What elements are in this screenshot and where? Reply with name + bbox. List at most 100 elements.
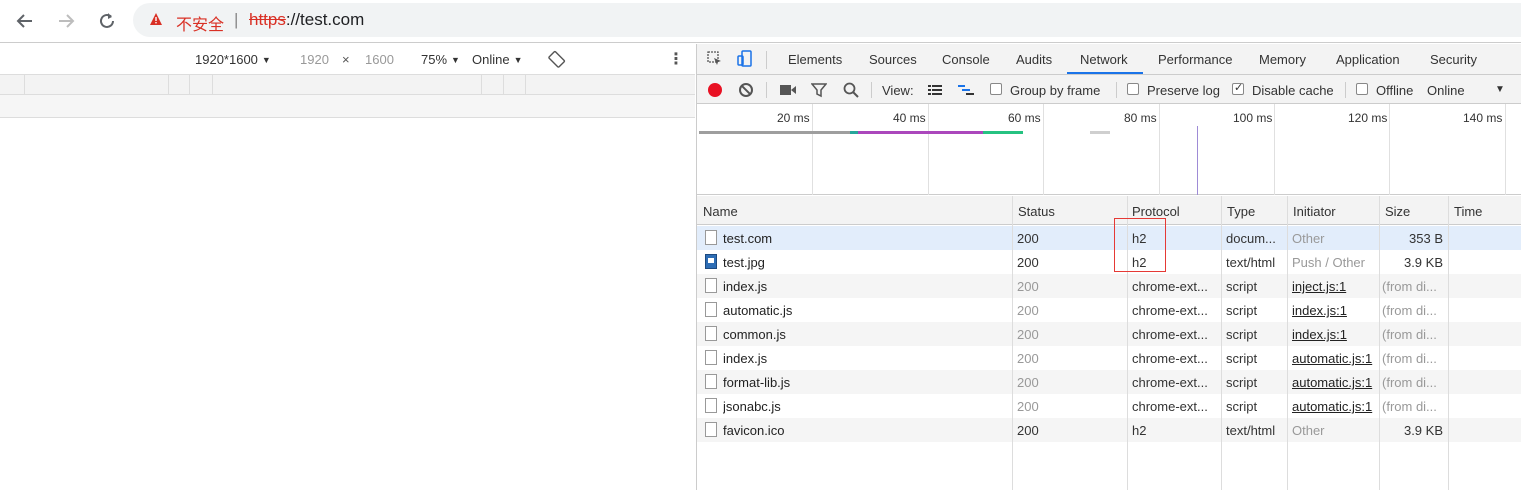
request-name: test.com: [723, 231, 773, 246]
group-by-frame-checkbox[interactable]: [990, 83, 1002, 95]
document-file-icon: [705, 230, 717, 245]
reload-button[interactable]: [94, 8, 120, 34]
table-row[interactable]: test.com 200 h2 docum... Other 353 B: [697, 226, 1521, 250]
disable-cache-label[interactable]: Disable cache: [1252, 83, 1334, 98]
timeline-tick-label: 40 ms: [893, 111, 926, 125]
record-button[interactable]: [706, 81, 724, 99]
preserve-log-label[interactable]: Preserve log: [1147, 83, 1220, 98]
throttle-select[interactable]: Online: [1427, 83, 1465, 98]
tab-network[interactable]: Network: [1080, 52, 1128, 67]
clear-button[interactable]: [737, 81, 755, 99]
table-row[interactable]: index.js 200 chrome-ext... script inject.js:…: [697, 274, 1521, 298]
warning-icon: [150, 13, 162, 25]
document-file-icon: [705, 374, 717, 389]
protocol-highlight-box: [1114, 218, 1166, 272]
url-text[interactable]: https://test.com: [249, 10, 364, 30]
network-throttle-select[interactable]: Online ▼: [472, 52, 523, 67]
tab-console[interactable]: Console: [942, 52, 990, 67]
clear-icon: [739, 83, 753, 97]
table-row[interactable]: favicon.ico 200 h2 text/html Other 3.9 KB: [697, 418, 1521, 442]
tab-memory[interactable]: Memory: [1259, 52, 1306, 67]
request-initiator[interactable]: inject.js:1: [1292, 279, 1378, 294]
ruler-tick: [189, 75, 190, 95]
address-bar[interactable]: 不安全 | https://test.com: [133, 3, 1521, 37]
disable-cache-checkbox[interactable]: [1232, 81, 1244, 95]
inspect-element-button[interactable]: [706, 50, 724, 68]
request-name: index.js: [723, 279, 768, 294]
grid-line: [1274, 104, 1275, 195]
document-file-icon: [705, 326, 717, 341]
request-initiator[interactable]: index.js:1: [1292, 303, 1378, 318]
large-rows-button[interactable]: [926, 81, 944, 99]
group-by-frame-label[interactable]: Group by frame: [1010, 83, 1100, 98]
separator: |: [234, 10, 239, 29]
divider: [1116, 82, 1117, 98]
grid-line: [1159, 104, 1160, 195]
caret-down-icon[interactable]: ▼: [1495, 84, 1505, 95]
grid-line: [1505, 104, 1506, 195]
device-toolbar-toggle[interactable]: [736, 50, 754, 68]
column-header-size[interactable]: Size: [1385, 204, 1410, 219]
requests-table: Name Status Protocol Type Initiator Size…: [697, 196, 1521, 490]
tab-sources[interactable]: Sources: [869, 52, 917, 67]
width-input[interactable]: 1920: [300, 52, 329, 67]
column-header-name[interactable]: Name: [703, 204, 738, 219]
column-header-protocol[interactable]: Protocol: [1132, 204, 1180, 219]
waterfall-icon: [958, 85, 974, 95]
load-event-marker: [1197, 126, 1198, 195]
request-size: 353 B: [1409, 231, 1443, 246]
active-tab-indicator: [1067, 72, 1143, 74]
tab-security[interactable]: Security: [1430, 52, 1477, 67]
document-file-icon: [705, 422, 717, 437]
request-type: script: [1226, 279, 1258, 294]
column-header-time[interactable]: Time: [1454, 204, 1482, 219]
screenshots-button[interactable]: [779, 81, 797, 99]
request-initiator[interactable]: automatic.js:1: [1292, 399, 1378, 414]
zoom-select[interactable]: 75% ▼: [421, 52, 460, 67]
document-file-icon: [705, 302, 717, 317]
tab-application[interactable]: Application: [1336, 52, 1400, 67]
network-overview[interactable]: 20 ms 40 ms 60 ms 80 ms 100 ms 120 ms 14…: [697, 104, 1521, 195]
request-initiator[interactable]: automatic.js:1: [1292, 375, 1378, 390]
timeline-tick-label: 140 ms: [1463, 111, 1503, 125]
rotate-button[interactable]: [548, 50, 566, 71]
divider: [766, 82, 767, 98]
column-header-initiator[interactable]: Initiator: [1293, 204, 1336, 219]
column-divider: [1379, 196, 1380, 490]
table-row[interactable]: test.jpg 200 h2 text/html Push / Other 3.9 KB: [697, 250, 1521, 274]
offline-label[interactable]: Offline: [1376, 83, 1413, 98]
request-status: 200: [1017, 303, 1039, 318]
waterfall-view-button[interactable]: [957, 81, 975, 99]
tab-audits[interactable]: Audits: [1016, 52, 1052, 67]
ruler-tick: [168, 75, 169, 95]
filter-button[interactable]: [810, 81, 828, 99]
tab-performance[interactable]: Performance: [1158, 52, 1232, 67]
not-secure-label[interactable]: 不安全: [176, 11, 224, 35]
table-row[interactable]: index.js 200 chrome-ext... script automatic.…: [697, 346, 1521, 370]
rotate-icon: [548, 50, 566, 68]
table-row[interactable]: jsonabc.js 200 chrome-ext... script automati…: [697, 394, 1521, 418]
more-options-icon[interactable]: ⋮: [668, 49, 684, 69]
media-query-bar[interactable]: [0, 75, 695, 95]
grid-line: [928, 104, 929, 195]
forward-button[interactable]: [53, 8, 79, 34]
zoom-label: 75%: [421, 52, 448, 67]
view-label: View:: [882, 83, 914, 98]
back-button[interactable]: [12, 8, 38, 34]
timeline-tick-label: 100 ms: [1233, 111, 1273, 125]
preserve-log-checkbox[interactable]: [1127, 83, 1139, 95]
search-button[interactable]: [842, 81, 860, 99]
device-preset-select[interactable]: 1920*1600 ▼: [195, 52, 271, 67]
height-input[interactable]: 1600: [365, 52, 394, 67]
table-row[interactable]: common.js 200 chrome-ext... script index.js:…: [697, 322, 1521, 346]
table-row[interactable]: automatic.js 200 chrome-ext... script index.…: [697, 298, 1521, 322]
column-header-status[interactable]: Status: [1018, 204, 1055, 219]
table-header: Name Status Protocol Type Initiator Size…: [697, 196, 1521, 225]
request-initiator[interactable]: index.js:1: [1292, 327, 1378, 342]
request-initiator[interactable]: automatic.js:1: [1292, 351, 1378, 366]
column-header-type[interactable]: Type: [1227, 204, 1255, 219]
tab-elements[interactable]: Elements: [788, 52, 842, 67]
offline-checkbox[interactable]: [1356, 83, 1368, 95]
image-file-icon: [705, 254, 717, 269]
table-row[interactable]: format-lib.js 200 chrome-ext... script autom…: [697, 370, 1521, 394]
